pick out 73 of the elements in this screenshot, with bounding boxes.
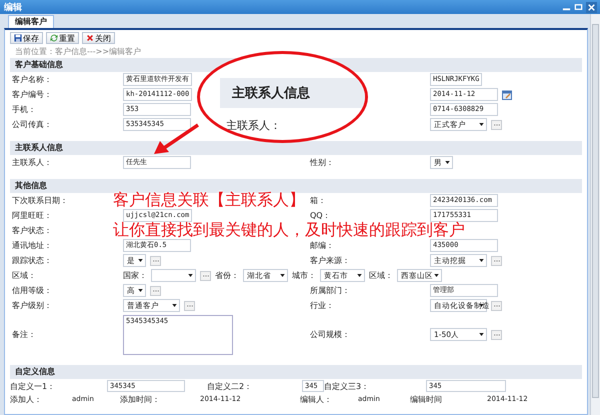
field-label: 跟踪状态： (11, 255, 53, 266)
more-button[interactable] (491, 256, 502, 266)
caret-icon (138, 289, 143, 292)
field-label: 国家： (123, 270, 147, 281)
caret-icon (479, 333, 484, 336)
cross-icon (86, 34, 94, 42)
field-label: 编辑时间 (410, 394, 443, 404)
field-label: 添加人： (10, 394, 43, 404)
caret-icon (172, 304, 177, 307)
caret-icon (434, 274, 439, 277)
field-label: 省份： (215, 270, 239, 281)
caret-icon (479, 123, 484, 126)
field-label: 备注： (11, 329, 37, 340)
field-label: 所属部门： (309, 285, 351, 296)
field-label: 公司传真： (11, 119, 53, 130)
field-label: 客户来源： (309, 255, 351, 266)
field-label: 编辑人： (300, 394, 333, 404)
more-button[interactable] (200, 270, 211, 280)
field-label: 公司规模： (309, 329, 351, 340)
more-button[interactable] (491, 300, 502, 310)
close-button[interactable]: 关闭 (82, 32, 115, 44)
field-label: 下次联系日期： (11, 195, 69, 206)
save-button[interactable]: 保存 (10, 32, 43, 44)
caret-icon (357, 274, 362, 277)
more-button[interactable] (184, 300, 195, 310)
caret-icon (479, 259, 484, 262)
field-label: 性别： (308, 157, 335, 168)
field-label: 通讯地址： (11, 240, 53, 251)
section-header: 自定义信息 (10, 365, 582, 379)
field-label: 添加时间： (120, 394, 161, 404)
field-label: 主联系人： (11, 157, 53, 168)
field-label: 区域： (369, 270, 393, 281)
window-title: 编辑 (4, 1, 22, 14)
breadcrumb: 当前位置：客户信息--->>编辑客户 (14, 46, 142, 58)
field-label: 行业： (309, 300, 335, 311)
field-label: 自定义三3： (324, 380, 370, 392)
scrollbar[interactable] (590, 14, 600, 415)
more-button[interactable] (150, 286, 161, 296)
refresh-icon (50, 34, 58, 42)
field-label: 手机： (11, 104, 37, 115)
field-label: 城市： (292, 270, 316, 281)
field-label: 邮编： (309, 240, 335, 251)
field-label: 自定义一1： (10, 380, 56, 392)
field-label: 客户状态： (11, 225, 53, 236)
caret-icon (280, 274, 285, 277)
field-label: 客户编号： (11, 89, 53, 100)
field-label: 阿里旺旺： (11, 210, 53, 221)
section-header: 其他信息 (10, 179, 582, 193)
caret-icon (188, 274, 193, 277)
field-label: 客户级别： (11, 300, 53, 311)
field-label: 信用等级： (11, 285, 53, 296)
more-button[interactable] (150, 256, 161, 266)
callout-heading: 主联系人信息 (231, 84, 310, 102)
more-button[interactable] (491, 330, 502, 340)
caret-icon (138, 259, 143, 262)
tab[interactable]: 编辑客户 (8, 15, 54, 28)
field-label: 区域： (11, 270, 37, 281)
caret-icon (479, 304, 484, 307)
field-label: QQ： (309, 210, 332, 221)
reset-button[interactable]: 重置 (46, 32, 79, 44)
field-label: 箱： (309, 195, 327, 206)
section-header: 主联系人信息 (10, 141, 582, 155)
dropdown[interactable] (151, 269, 196, 282)
field-label: 自定义二2： (207, 380, 254, 392)
more-button[interactable] (491, 120, 502, 130)
close-icon[interactable] (586, 2, 597, 12)
promo-text: 让你直接找到最关键的人，及时快速的跟踪到客户 (113, 222, 465, 238)
callout-label: 主联系人： (226, 118, 281, 133)
calendar-icon[interactable] (502, 90, 512, 100)
field-label: 客户名称： (11, 74, 53, 85)
maximize-icon[interactable] (574, 2, 583, 12)
promo-text: 客户信息关联【主联系人】 (113, 192, 305, 208)
caret-icon (445, 161, 450, 164)
